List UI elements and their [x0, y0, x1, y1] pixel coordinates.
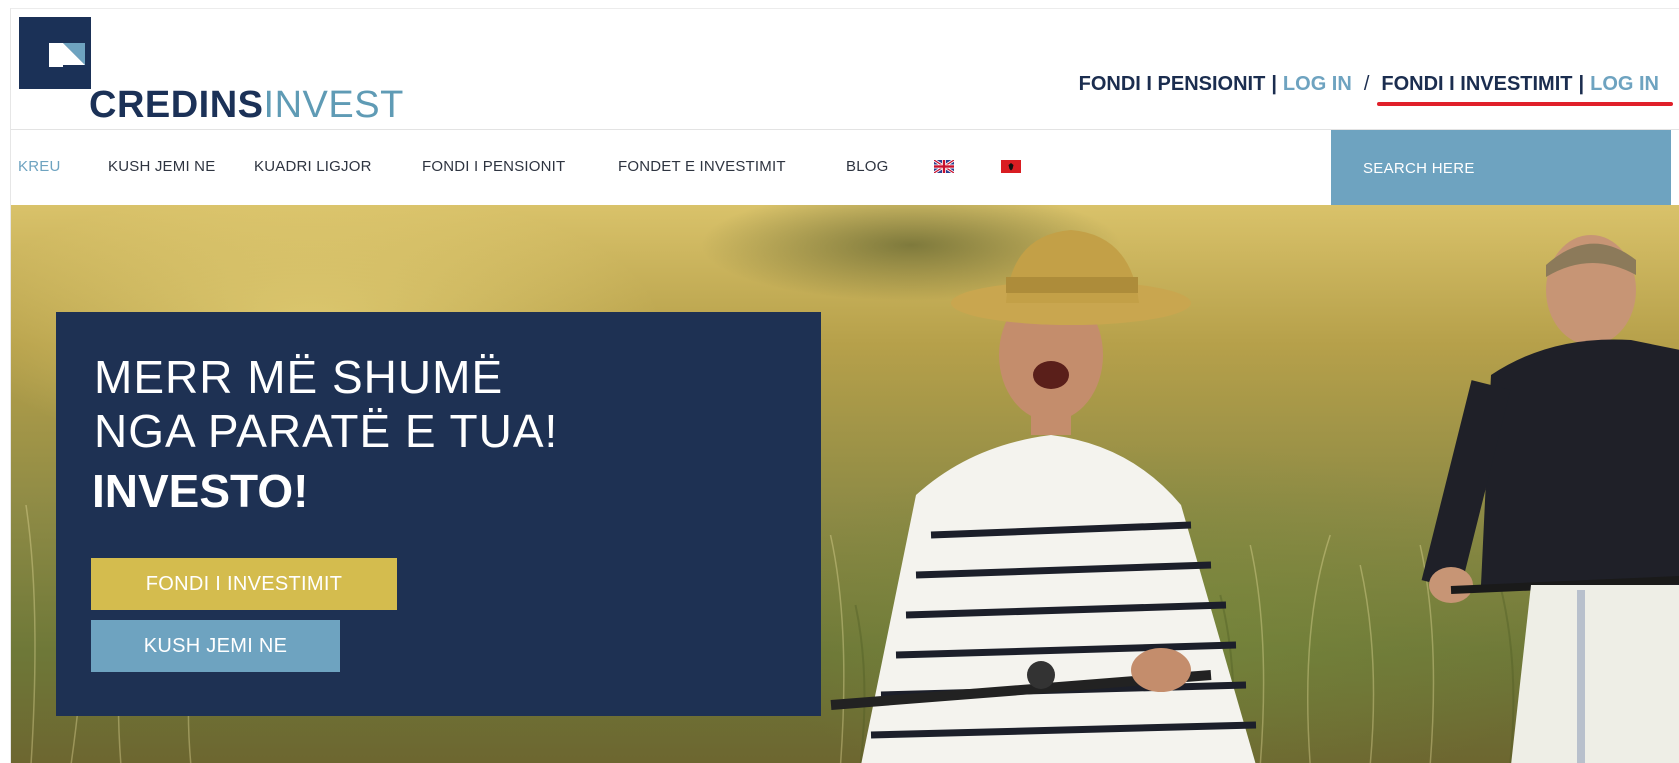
separator: |: [1578, 73, 1585, 95]
credins-invest-logo[interactable]: CREDINSINVEST: [19, 17, 403, 127]
pension-fund-link[interactable]: FONDI I PENSIONIT: [1079, 73, 1266, 96]
nav-item-fondet-e-investimit[interactable]: FONDET E INVESTIMIT: [618, 158, 786, 175]
separator: |: [1271, 73, 1277, 95]
uk-flag-icon[interactable]: [934, 160, 954, 173]
search-box: [1331, 130, 1671, 206]
hero-heading-line2: NGA PARATË E TUA!: [94, 405, 559, 457]
page: CREDINSINVEST FONDI I PENSIONIT | LOG IN…: [10, 8, 1679, 763]
albania-flag-icon[interactable]: [1001, 160, 1021, 173]
pension-login-link[interactable]: LOG IN: [1283, 73, 1352, 96]
nav-item-kush-jemi-ne[interactable]: KUSH JEMI NE: [108, 158, 215, 175]
hero-heading-line1: MERR MË SHUMË: [94, 351, 504, 403]
main-nav: KREU KUSH JEMI NE KUADRI LIGJOR FONDI I …: [11, 129, 1679, 206]
investment-fund-link[interactable]: FONDI I INVESTIMIT: [1381, 73, 1572, 96]
site-header: CREDINSINVEST FONDI I PENSIONIT | LOG IN…: [11, 9, 1679, 129]
hero-heading-invest: INVESTO!: [92, 465, 309, 517]
hero-banner: MERR MË SHUMË NGA PARATË E TUA! INVESTO!…: [11, 205, 1679, 763]
about-us-button[interactable]: KUSH JEMI NE: [91, 620, 340, 672]
logo-text-light: INVEST: [263, 84, 404, 126]
nav-item-fondi-i-pensionit[interactable]: FONDI I PENSIONIT: [422, 158, 565, 175]
search-input[interactable]: [1331, 130, 1671, 206]
hero-promo-panel: MERR MË SHUMË NGA PARATË E TUA! INVESTO!…: [56, 312, 821, 716]
nav-item-kuadri-ligjor[interactable]: KUADRI LIGJOR: [254, 158, 372, 175]
top-links: FONDI I PENSIONIT | LOG IN / FONDI I INV…: [1079, 73, 1673, 106]
investment-login-link[interactable]: LOG IN: [1590, 73, 1659, 96]
logo-text-strong: CREDINS: [89, 84, 264, 126]
logo-mark-icon: [19, 17, 91, 89]
nav-item-blog[interactable]: BLOG: [846, 158, 888, 175]
logo-wordmark: CREDINSINVEST: [89, 83, 404, 127]
investment-links-highlighted: FONDI I INVESTIMIT | LOG IN: [1377, 73, 1673, 106]
nav-item-kreu[interactable]: KREU: [18, 158, 60, 175]
investment-fund-button[interactable]: FONDI I INVESTIMIT: [91, 558, 397, 610]
slash-divider: /: [1363, 73, 1370, 95]
